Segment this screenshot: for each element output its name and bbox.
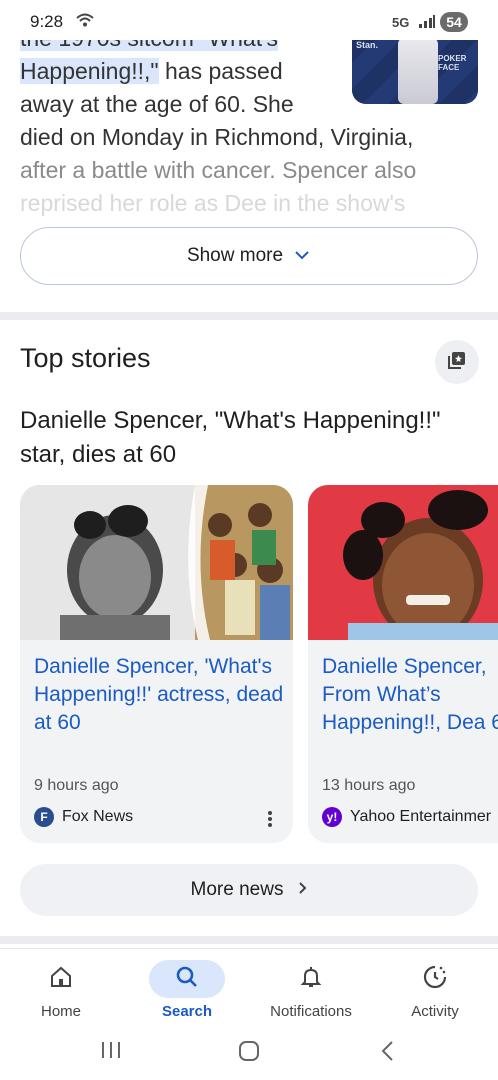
search-icon: [175, 965, 199, 994]
nav-label: Notifications: [270, 1003, 352, 1020]
show-more-label: Show more: [186, 245, 284, 266]
snippet-body: away at the age of 60. She died on Monda…: [20, 88, 480, 220]
save-stories-button[interactable]: [435, 340, 479, 384]
image-text: POKER FACE: [438, 54, 467, 72]
bell-icon: [299, 965, 323, 994]
network-type: 5G: [392, 15, 410, 30]
status-time: 9:28: [30, 12, 64, 31]
news-thumbnail: [308, 485, 498, 640]
news-source: y! Yahoo Entertainmer: [322, 807, 491, 827]
news-card[interactable]: Danielle Spencer, 'What's Happening!!' a…: [20, 485, 293, 843]
snippet-line: reprised her role as Dee in the show's: [20, 190, 406, 216]
story-headline[interactable]: Danielle Spencer, "What's Happening!!" s…: [20, 404, 480, 472]
news-card-time: 13 hours ago: [322, 777, 416, 794]
more-news-button[interactable]: More news: [20, 864, 478, 916]
person-figure: [398, 38, 438, 104]
system-navigation: [0, 1028, 498, 1080]
news-thumbnail: [20, 485, 293, 640]
snippet-image[interactable]: Stan. POKER FACE: [352, 38, 478, 104]
bottom-navigation: Home Search Notifications Activity: [0, 948, 498, 1029]
battery-indicator: 54: [440, 12, 468, 32]
fox-news-logo-icon: F: [34, 807, 54, 827]
nav-label: Activity: [411, 1003, 459, 1020]
collection-icon: [447, 350, 467, 375]
news-card-title[interactable]: Danielle Spencer, From What’s Happening!…: [322, 653, 498, 737]
status-bar: 9:28 5G 54: [0, 0, 498, 40]
nav-item-home[interactable]: Home: [6, 959, 116, 1020]
chevron-down-icon: [293, 245, 311, 267]
top-stories-title: Top stories: [20, 343, 151, 373]
section-divider: [0, 312, 498, 320]
back-icon[interactable]: [380, 1040, 396, 1067]
snippet-text: has passed: [158, 58, 283, 84]
snippet-line: died on Monday in Richmond, Virginia,: [20, 124, 414, 150]
section-divider: [0, 936, 498, 944]
nav-label: Home: [40, 1003, 81, 1020]
news-source-name: Fox News: [62, 808, 134, 825]
chevron-right-icon: [297, 879, 307, 901]
recent-apps-icon[interactable]: [100, 1040, 122, 1065]
news-card-time: 9 hours ago: [34, 777, 119, 794]
nav-label: Search: [161, 1003, 213, 1020]
news-card[interactable]: Danielle Spencer, From What’s Happening!…: [308, 485, 498, 843]
more-options-icon[interactable]: [268, 811, 272, 832]
signal-icon: [418, 14, 436, 33]
home-button-icon[interactable]: [238, 1040, 260, 1067]
wifi-icon: [76, 13, 94, 32]
image-text: Stan.: [356, 40, 379, 50]
yahoo-logo-icon: y!: [322, 807, 342, 827]
news-source-name: Yahoo Entertainmer: [350, 808, 492, 825]
snippet-highlight: Happening!!,": [20, 58, 159, 84]
news-card-title[interactable]: Danielle Spencer, 'What's Happening!!' a…: [34, 653, 284, 737]
nav-item-search[interactable]: Search: [132, 959, 242, 1020]
home-icon: [49, 965, 73, 994]
show-more-button[interactable]: Show more: [20, 227, 478, 285]
more-news-label: More news: [190, 879, 284, 900]
activity-icon: [422, 964, 448, 995]
snippet-line: after a battle with cancer. Spencer also: [20, 157, 417, 183]
nav-item-activity[interactable]: Activity: [380, 959, 490, 1020]
news-source: F Fox News: [34, 807, 133, 827]
nav-item-notifications[interactable]: Notifications: [256, 959, 366, 1020]
